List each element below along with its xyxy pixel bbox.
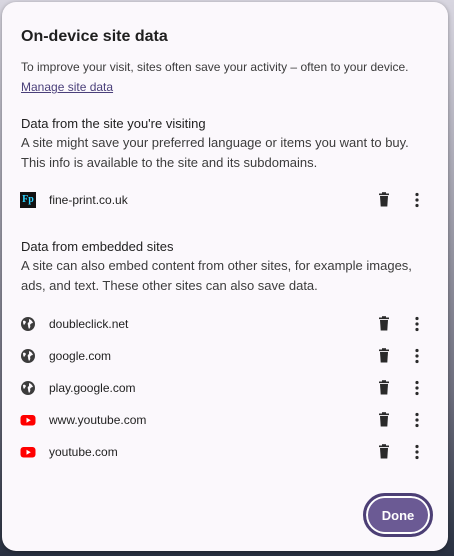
embedded-sites-description: A site can also embed content from other… bbox=[21, 258, 412, 293]
more-vert-icon bbox=[415, 444, 419, 460]
more-vert-icon bbox=[415, 192, 419, 208]
embedded-sites-heading: Data from embedded sites bbox=[21, 239, 174, 254]
site-row-google: google.com bbox=[2, 343, 448, 369]
dialog-title: On-device site data bbox=[21, 28, 168, 45]
globe-icon bbox=[21, 381, 35, 395]
more-actions-button[interactable] bbox=[407, 442, 427, 462]
trash-icon bbox=[379, 412, 389, 427]
site-data-dialog: On-device site data To improve your visi… bbox=[2, 2, 448, 551]
youtube-icon bbox=[20, 415, 36, 426]
visited-site-heading: Data from the site you're visiting bbox=[21, 116, 206, 131]
site-name: play.google.com bbox=[49, 381, 136, 395]
site-name: youtube.com bbox=[49, 445, 118, 459]
site-name: www.youtube.com bbox=[49, 413, 147, 427]
site-row-doubleclick: doubleclick.net bbox=[2, 311, 448, 337]
manage-site-data-link[interactable]: Manage site data bbox=[21, 80, 113, 94]
done-button[interactable]: Done bbox=[363, 493, 433, 537]
more-actions-button[interactable] bbox=[407, 346, 427, 366]
more-actions-button[interactable] bbox=[407, 410, 427, 430]
globe-icon bbox=[21, 317, 35, 331]
site-name: fine-print.co.uk bbox=[49, 193, 128, 207]
site-row-fine-print: Fp fine-print.co.uk bbox=[2, 187, 448, 213]
fine-print-favicon-icon: Fp bbox=[20, 192, 36, 208]
more-actions-button[interactable] bbox=[407, 378, 427, 398]
site-name: google.com bbox=[49, 349, 112, 363]
more-vert-icon bbox=[415, 412, 419, 428]
delete-site-data-button[interactable] bbox=[374, 378, 394, 398]
site-row-youtube: youtube.com bbox=[2, 439, 448, 465]
trash-icon bbox=[379, 444, 389, 459]
globe-icon bbox=[21, 349, 35, 363]
delete-site-data-button[interactable] bbox=[374, 346, 394, 366]
more-vert-icon bbox=[415, 348, 419, 364]
more-actions-button[interactable] bbox=[407, 190, 427, 210]
more-vert-icon bbox=[415, 380, 419, 396]
youtube-icon bbox=[20, 447, 36, 458]
delete-site-data-button[interactable] bbox=[374, 410, 394, 430]
trash-icon bbox=[379, 316, 389, 331]
site-name: doubleclick.net bbox=[49, 317, 129, 331]
trash-icon bbox=[379, 380, 389, 395]
delete-site-data-button[interactable] bbox=[374, 442, 394, 462]
site-row-www-youtube: www.youtube.com bbox=[2, 407, 448, 433]
trash-icon bbox=[379, 348, 389, 363]
delete-site-data-button[interactable] bbox=[374, 190, 394, 210]
site-row-play-google: play.google.com bbox=[2, 375, 448, 401]
more-vert-icon bbox=[415, 316, 419, 332]
visited-site-description: A site might save your preferred languag… bbox=[21, 135, 409, 170]
delete-site-data-button[interactable] bbox=[374, 314, 394, 334]
trash-icon bbox=[379, 192, 389, 207]
more-actions-button[interactable] bbox=[407, 314, 427, 334]
intro-text: To improve your visit, sites often save … bbox=[21, 60, 409, 74]
